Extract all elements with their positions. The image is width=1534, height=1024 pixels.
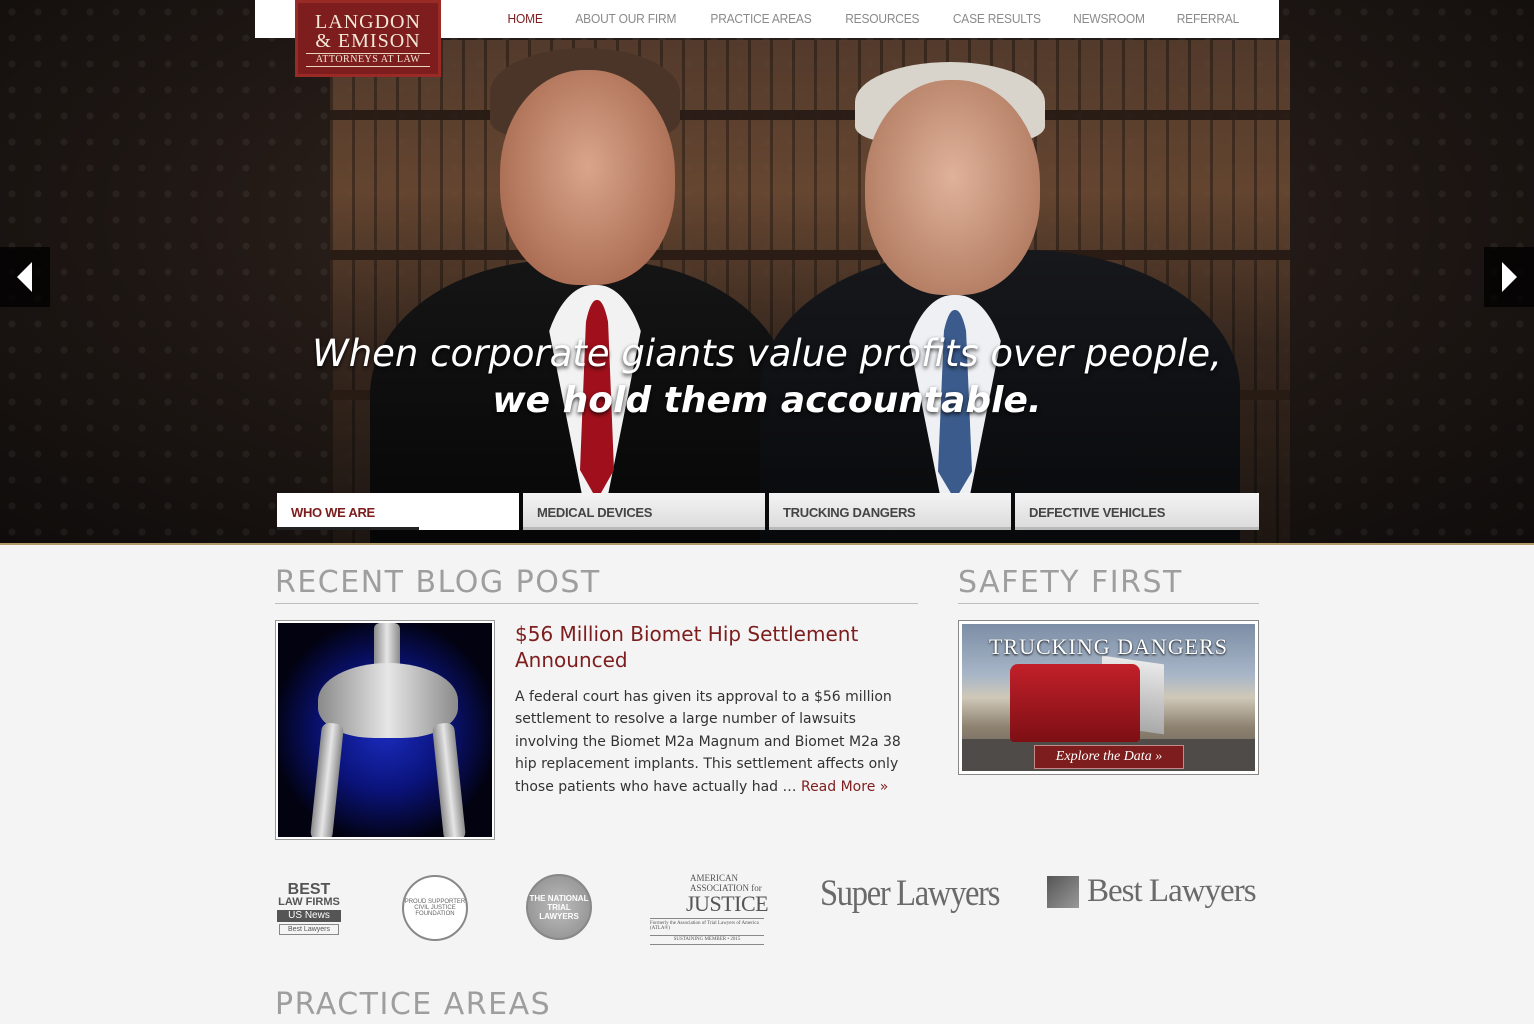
hero-divider <box>0 543 1534 545</box>
firm-logo[interactable]: LANGDON & EMISON ATTORNEYS AT LAW <box>295 0 441 77</box>
nav-item-practice-areas[interactable]: PRACTICE AREAS <box>711 0 812 38</box>
aaj-badge[interactable]: AMERICAN ASSOCIATION for JUSTICE Formerl… <box>650 873 769 945</box>
tab-defective-vehicles[interactable]: DEFECTIVE VEHICLES <box>1015 493 1259 530</box>
blog-title-rule <box>275 603 918 604</box>
nav-item-resources[interactable]: RESOURCES <box>845 0 919 38</box>
hero-tagline-line1: When corporate giants value profits over… <box>312 332 1222 375</box>
nav-item-about[interactable]: ABOUT OUR FIRM <box>575 0 676 38</box>
nav-item-case-results[interactable]: CASE RESULTS <box>953 0 1041 38</box>
slider-prev-button[interactable] <box>0 247 50 307</box>
logo-line2: & EMISON <box>315 30 421 52</box>
promo-title: TRUCKING DANGERS <box>988 634 1229 659</box>
truck-image <box>1010 664 1140 742</box>
blog-post-excerpt: A federal court has given its approval t… <box>515 686 915 798</box>
nav-item-home[interactable]: HOME <box>508 0 543 38</box>
attorney-left-face <box>500 70 675 285</box>
safety-section-title: SAFETY FIRST <box>958 565 1183 600</box>
us-news-best-law-firms-badge[interactable]: BEST LAW FIRMS US News Best Lawyers <box>275 870 343 946</box>
hero-slider: When corporate giants value profits over… <box>0 0 1534 545</box>
civil-justice-foundation-badge[interactable]: PROUD SUPPORTER CIVIL JUSTICE FOUNDATION <box>402 875 468 941</box>
explore-data-button[interactable]: Explore the Data » <box>1034 745 1184 769</box>
chevron-left-icon <box>17 262 32 292</box>
safety-title-rule <box>958 603 1259 604</box>
trucking-dangers-promo[interactable]: TRUCKING DANGERS Explore the Data » <box>958 620 1259 775</box>
hero-tabs: WHO WE ARE MEDICAL DEVICES TRUCKING DANG… <box>277 493 1259 530</box>
best-lawyers-badge[interactable]: Best Lawyers <box>1047 873 1257 910</box>
super-lawyers-badge[interactable]: Super Lawyers <box>820 872 1000 915</box>
nav-item-newsroom[interactable]: NEWSROOM <box>1074 0 1146 38</box>
practice-areas-section-title: PRACTICE AREAS <box>275 987 552 1022</box>
nav-item-referral[interactable]: REFERRAL <box>1177 0 1240 38</box>
tab-who-we-are[interactable]: WHO WE ARE <box>277 493 519 530</box>
main-menu: HOME ABOUT OUR FIRM PRACTICE AREAS RESOU… <box>480 0 1242 38</box>
read-more-link[interactable]: Read More » <box>801 779 888 795</box>
blog-post-title[interactable]: $56 Million Biomet Hip Settlement Announ… <box>515 621 915 673</box>
blog-post-image[interactable] <box>275 620 495 840</box>
national-trial-lawyers-badge[interactable]: THE NATIONAL TRIAL LAWYERS <box>526 874 592 940</box>
logo-line3: ATTORNEYS AT LAW <box>306 53 430 67</box>
attorney-right-face <box>865 80 1040 295</box>
slider-next-button[interactable] <box>1484 247 1534 307</box>
chevron-right-icon <box>1502 262 1517 292</box>
tab-medical-devices[interactable]: MEDICAL DEVICES <box>523 493 765 530</box>
blog-section-title: RECENT BLOG POST <box>275 565 601 600</box>
tab-trucking-dangers[interactable]: TRUCKING DANGERS <box>769 493 1011 530</box>
hero-tagline-line2: we hold them accountable. <box>492 380 1042 421</box>
best-lawyers-logo-icon <box>1047 875 1079 908</box>
